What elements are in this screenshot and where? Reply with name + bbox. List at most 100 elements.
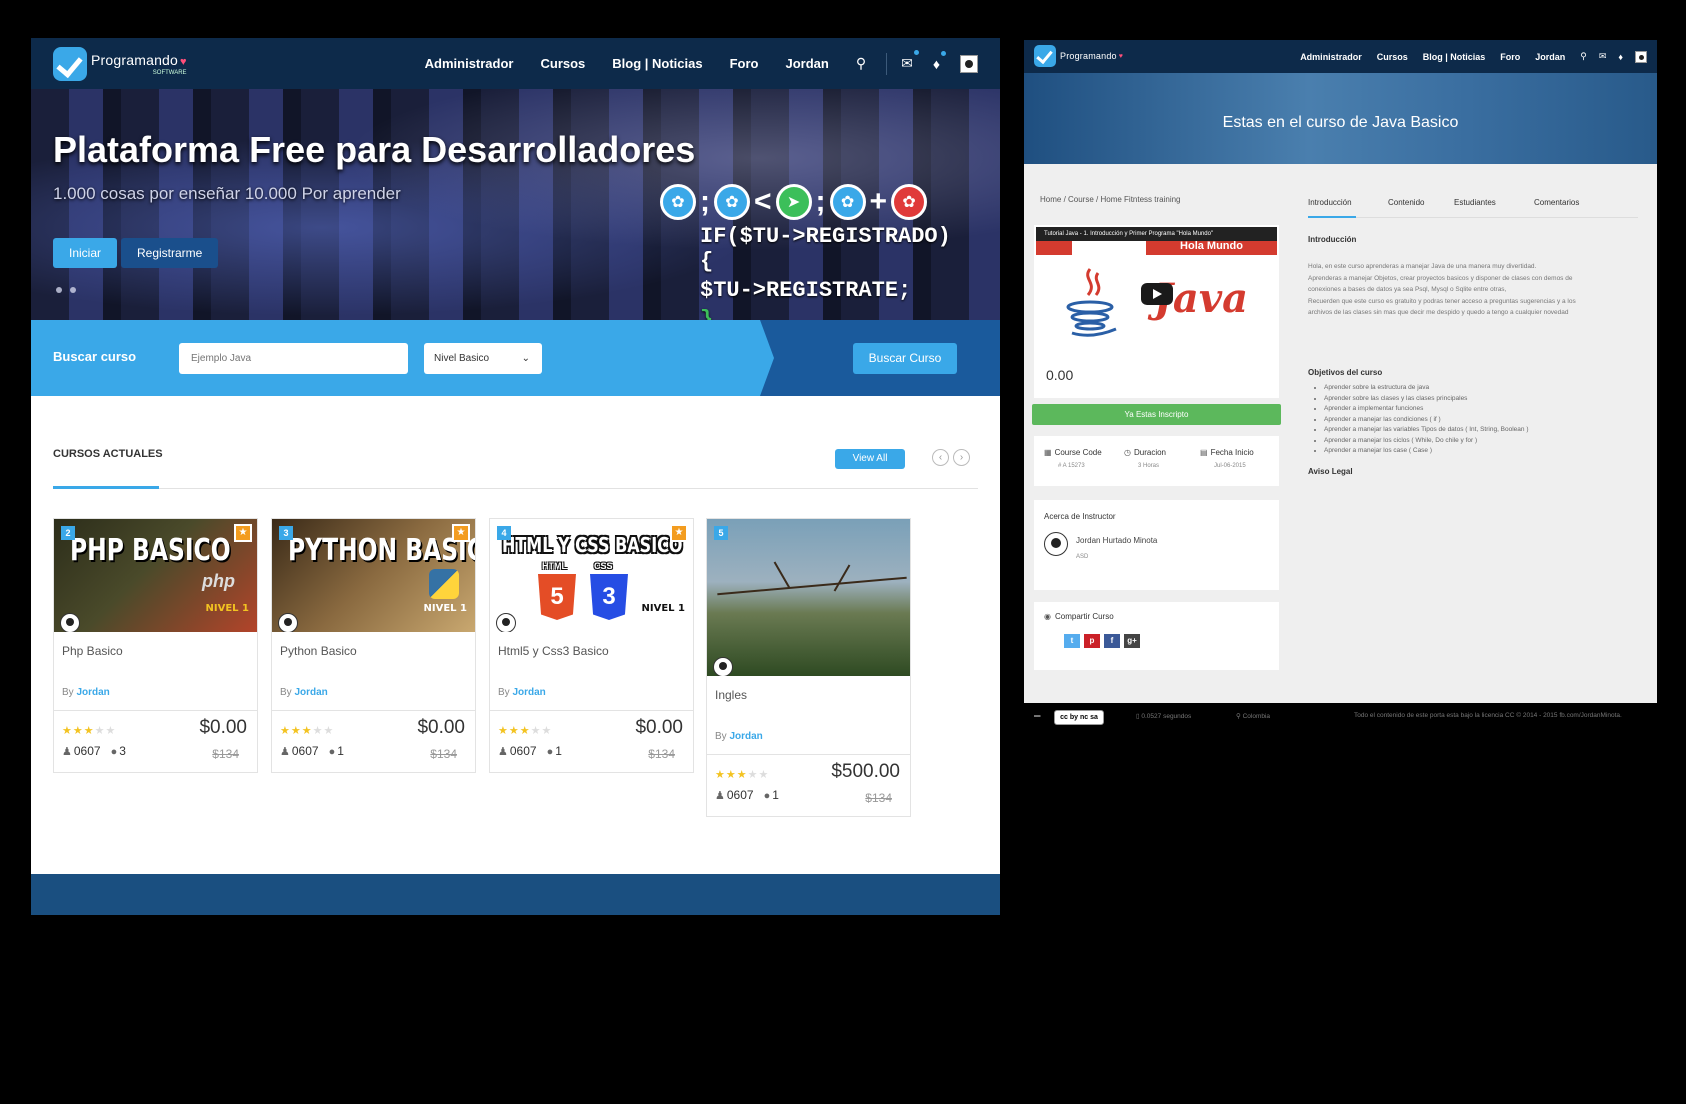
bell-icon[interactable]: ♦ <box>1618 52 1623 62</box>
search-icon[interactable]: ⚲ <box>1580 51 1587 62</box>
info-label: Duracion <box>1133 448 1166 457</box>
video-banner-text: Hola Mundo <box>1146 241 1277 255</box>
user-avatar[interactable] <box>960 54 978 73</box>
search-course-button[interactable]: Buscar Curso <box>853 343 957 374</box>
search-input[interactable] <box>179 343 408 374</box>
iniciar-button[interactable]: Iniciar <box>53 238 118 268</box>
author-link[interactable]: Jordan <box>294 687 327 698</box>
search-icon[interactable]: ⚲ <box>856 55 866 72</box>
course-card[interactable]: PYTHON BASICO NIVEL 1 3 ★ Python Basico … <box>271 518 476 773</box>
star-bookmark-icon[interactable]: ★ <box>452 524 470 542</box>
course-card[interactable]: 5 Ingles By Jordan ★★★★★ $500.00 $134 ♟ 0… <box>706 518 911 817</box>
instructor-avatar[interactable] <box>1044 532 1068 556</box>
level-label: NIVEL 1 <box>641 603 685 614</box>
level-label: NIVEL 1 <box>205 603 249 614</box>
tab-introduccion[interactable]: Introducción <box>1308 198 1352 207</box>
nav-cursos[interactable]: Cursos <box>1377 52 1408 62</box>
bell-icon[interactable]: ♦ <box>933 50 946 72</box>
breadcrumb[interactable]: Home / Course / Home Fitntess training <box>1040 195 1181 204</box>
brand-logo[interactable]: Programando ♥ <box>1034 45 1123 67</box>
pinterest-share-icon[interactable]: p <box>1084 634 1100 648</box>
course-meta: ♟ 0607 ● 1 <box>498 744 562 758</box>
users-icon: ♟ <box>62 746 72 758</box>
intro-line: Recuerden que este curso es gratuito y p… <box>1308 297 1576 305</box>
nav-blog[interactable]: Blog | Noticias <box>612 56 702 71</box>
comment-icon: ● <box>763 790 771 802</box>
user-avatar[interactable] <box>1635 50 1647 63</box>
brand-logo[interactable]: Programando ♥ SOFTWARE <box>53 46 187 81</box>
course-author: By Jordan <box>715 731 763 742</box>
view-all-button[interactable]: View All <box>835 449 905 469</box>
code-line-2: $TU->REGISTRATE; <box>700 278 912 303</box>
course-thumbnail[interactable]: HTML Y CSS BASICO HTML CSS 5 3 NIVEL 1 4… <box>490 519 693 632</box>
next-arrow-icon[interactable]: › <box>953 449 970 466</box>
tab-comentarios[interactable]: Comentarios <box>1534 198 1579 207</box>
prev-arrow-icon[interactable]: ‹ <box>932 449 949 466</box>
nav-administrador[interactable]: Administrador <box>1300 52 1362 62</box>
course-thumbnail[interactable]: PHP BASICO php NIVEL 1 2 ★ <box>54 519 257 632</box>
instructor-name[interactable]: Jordan Hurtado Minota <box>1076 536 1157 545</box>
nav-foro[interactable]: Foro <box>1500 52 1520 62</box>
course-name[interactable]: Php Basico <box>62 644 249 658</box>
duration-info: ◷ Duracion 3 Horas <box>1124 448 1204 469</box>
nav-blog[interactable]: Blog | Noticias <box>1423 52 1486 62</box>
tab-contenido[interactable]: Contenido <box>1388 198 1424 207</box>
nav-cursos[interactable]: Cursos <box>540 56 585 71</box>
twitter-share-icon[interactable]: t <box>1064 634 1080 648</box>
course-thumbnail[interactable]: 5 <box>707 519 910 676</box>
play-icon[interactable] <box>1141 283 1173 305</box>
course-meta: ♟ 0607 ● 1 <box>715 788 779 802</box>
objective-item: Aprender sobre las clases y las clases p… <box>1324 394 1529 405</box>
video-player[interactable]: Tutorial Java - 1. Introducción y Primer… <box>1036 227 1277 345</box>
heart-icon: ♥ <box>1118 52 1123 60</box>
googleplus-share-icon[interactable]: g+ <box>1124 634 1140 648</box>
nav-user[interactable]: Jordan <box>786 56 829 71</box>
course-name[interactable]: Ingles <box>715 688 902 702</box>
course-meta: ♟ 0607 ● 3 <box>62 744 126 758</box>
slider-dot[interactable] <box>70 287 76 293</box>
section-title-underline <box>53 486 159 489</box>
homepage-screenshot: Programando ♥ SOFTWARE Administrador Curs… <box>31 38 1000 915</box>
slider-dot[interactable] <box>56 287 62 293</box>
level-select[interactable]: Nivel Basico ⌄ <box>424 343 542 374</box>
course-card[interactable]: HTML Y CSS BASICO HTML CSS 5 3 NIVEL 1 4… <box>489 518 694 773</box>
comment-count: 1 <box>772 788 779 802</box>
info-value: 3 Horas <box>1138 463 1160 469</box>
star-bookmark-icon[interactable]: ★ <box>670 524 688 542</box>
brain-icon: ✿ <box>829 184 866 220</box>
mail-icon[interactable]: ✉ <box>1599 51 1607 62</box>
objectives-list: Aprender sobre la estructura de java Apr… <box>1324 383 1529 457</box>
mail-icon[interactable]: ✉ <box>901 50 919 72</box>
users-icon: ♟ <box>280 746 290 758</box>
nav-foro[interactable]: Foro <box>730 56 759 71</box>
creative-commons-badge[interactable]: cc by nc sa <box>1054 710 1104 725</box>
enrolled-button[interactable]: Ya Estas Inscripto <box>1032 404 1281 425</box>
plus-glyph: + <box>869 185 888 218</box>
author-link[interactable]: Jordan <box>76 687 109 698</box>
share-title-text: Compartir Curso <box>1054 612 1114 621</box>
star-bookmark-icon[interactable]: ★ <box>234 524 252 542</box>
instructor-subtitle: ASD <box>1076 554 1089 560</box>
intro-heading: Introducción <box>1308 235 1357 244</box>
objective-item: Aprender a implementar funciones <box>1324 404 1529 415</box>
course-price: 0.00 <box>1046 367 1074 383</box>
author-link[interactable]: Jordan <box>729 731 762 742</box>
course-code-info: ▦ Course Code # A 15273 <box>1044 448 1124 469</box>
author-link[interactable]: Jordan <box>512 687 545 698</box>
student-count: 0607 <box>73 744 101 758</box>
comment-icon: ● <box>110 746 118 758</box>
facebook-share-icon[interactable]: f <box>1104 634 1120 648</box>
card-body: Html5 y Css3 Basico By Jordan <box>490 632 693 710</box>
barbed-wire-graphic <box>833 564 851 592</box>
brain-icon: ✿ <box>660 184 696 220</box>
course-name[interactable]: Html5 y Css3 Basico <box>498 644 685 658</box>
course-thumbnail[interactable]: PYTHON BASICO NIVEL 1 3 ★ <box>272 519 475 632</box>
course-card[interactable]: PHP BASICO php NIVEL 1 2 ★ Php Basico By… <box>53 518 258 773</box>
css3-shield-icon: 3 <box>590 574 628 620</box>
css-label: CSS <box>594 561 613 571</box>
tab-estudiantes[interactable]: Estudiantes <box>1454 198 1496 207</box>
registrarme-button[interactable]: Registrarme <box>121 238 219 268</box>
nav-administrador[interactable]: Administrador <box>425 56 514 71</box>
nav-user[interactable]: Jordan <box>1535 52 1565 62</box>
course-name[interactable]: Python Basico <box>280 644 467 658</box>
